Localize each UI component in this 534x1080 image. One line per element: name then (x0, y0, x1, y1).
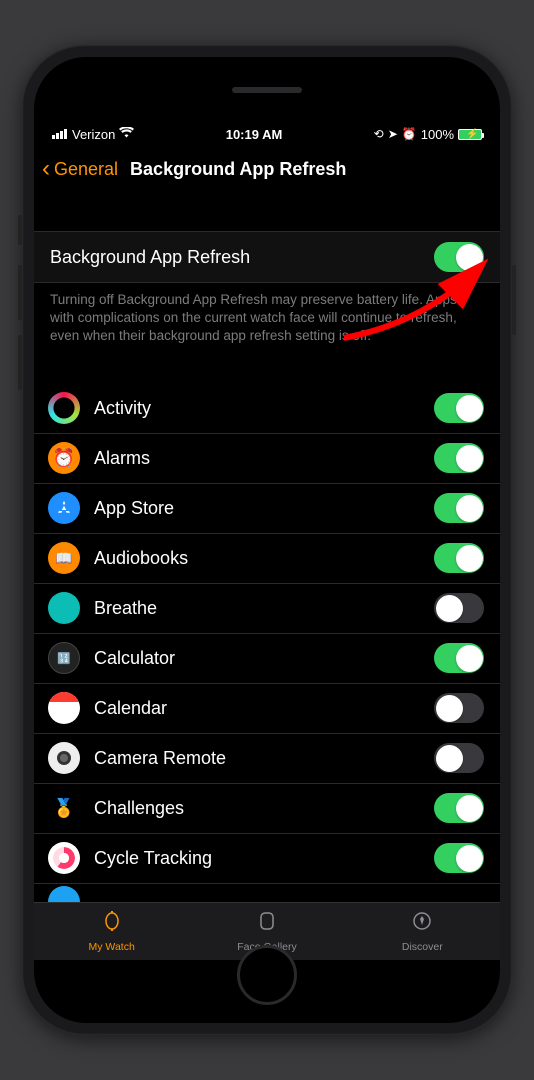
watch-icon (101, 910, 123, 938)
battery-percent: 100% (421, 127, 454, 142)
app-row-activity: Activity (34, 384, 500, 434)
toggle-camera[interactable] (434, 743, 484, 773)
wifi-icon (119, 127, 134, 141)
breathe-icon (48, 592, 80, 624)
app-name-label: App Store (94, 498, 420, 519)
app-row-calculator: 🔢 Calculator (34, 634, 500, 684)
app-name-label: Cycle Tracking (94, 848, 420, 869)
discover-icon (411, 910, 433, 938)
app-row-appstore: App Store (34, 484, 500, 534)
tab-label: My Watch (89, 941, 135, 953)
toggle-calendar[interactable] (434, 693, 484, 723)
master-toggle[interactable] (434, 242, 484, 272)
toggle-challenges[interactable] (434, 793, 484, 823)
toggle-audiobooks[interactable] (434, 543, 484, 573)
orientation-lock-icon: ⟲ (374, 127, 384, 141)
partial-app-icon (48, 886, 80, 902)
app-name-label: Challenges (94, 798, 420, 819)
partial-app-row (34, 884, 500, 902)
signal-bars-icon (52, 127, 68, 142)
alarm-icon: ⏰ (402, 127, 417, 141)
screen: Verizon 10:19 AM ⟲ ➤ ⏰ 100% ⚡ ‹ General (34, 123, 500, 960)
carrier-label: Verizon (72, 127, 115, 142)
tab-discover[interactable]: Discover (345, 903, 500, 960)
app-row-challenges: 🏅 Challenges (34, 784, 500, 834)
app-row-calendar: Calendar (34, 684, 500, 734)
audiobooks-icon: 📖 (48, 542, 80, 574)
app-row-cycle: Cycle Tracking (34, 834, 500, 884)
cycle-icon (48, 842, 80, 874)
toggle-appstore[interactable] (434, 493, 484, 523)
app-name-label: Breathe (94, 598, 420, 619)
toggle-calculator[interactable] (434, 643, 484, 673)
phone-frame: Verizon 10:19 AM ⟲ ➤ ⏰ 100% ⚡ ‹ General (22, 45, 512, 1035)
app-row-alarms: ⏰ Alarms (34, 434, 500, 484)
content-area: Background App Refresh Turning off Backg… (34, 195, 500, 902)
master-toggle-label: Background App Refresh (50, 247, 434, 268)
toggle-breathe[interactable] (434, 593, 484, 623)
master-toggle-row: Background App Refresh (34, 231, 500, 283)
app-name-label: Calendar (94, 698, 420, 719)
app-name-label: Calculator (94, 648, 420, 669)
app-name-label: Camera Remote (94, 748, 420, 769)
toggle-activity[interactable] (434, 393, 484, 423)
app-name-label: Audiobooks (94, 548, 420, 569)
nav-header: ‹ General Background App Refresh (34, 145, 500, 195)
page-title: Background App Refresh (130, 159, 346, 180)
toggle-alarms[interactable] (434, 443, 484, 473)
phone-body: Verizon 10:19 AM ⟲ ➤ ⏰ 100% ⚡ ‹ General (34, 57, 500, 1023)
location-arrow-icon: ➤ (388, 127, 398, 141)
tab-label: Discover (402, 941, 443, 953)
toggle-cycle[interactable] (434, 843, 484, 873)
status-bar: Verizon 10:19 AM ⟲ ➤ ⏰ 100% ⚡ (34, 123, 500, 145)
app-row-audiobooks: 📖 Audiobooks (34, 534, 500, 584)
app-name-label: Activity (94, 398, 420, 419)
challenges-icon: 🏅 (48, 792, 80, 824)
activity-icon (48, 392, 80, 424)
app-list: Activity ⏰ Alarms App Store 📖 Audiobooks Breat… (34, 384, 500, 884)
app-name-label: Alarms (94, 448, 420, 469)
app-row-breathe: Breathe (34, 584, 500, 634)
phone-speaker (232, 87, 302, 93)
calendar-icon (48, 692, 80, 724)
gallery-icon (256, 910, 278, 938)
back-button[interactable]: General (54, 159, 118, 180)
home-button[interactable] (237, 945, 297, 1005)
alarms-icon: ⏰ (48, 442, 80, 474)
calculator-icon: 🔢 (48, 642, 80, 674)
camera-icon (48, 742, 80, 774)
appstore-icon (48, 492, 80, 524)
app-row-camera: Camera Remote (34, 734, 500, 784)
battery-icon: ⚡ (458, 129, 482, 140)
tab-my-watch[interactable]: My Watch (34, 903, 189, 960)
back-chevron-icon[interactable]: ‹ (42, 155, 50, 183)
status-time: 10:19 AM (226, 127, 283, 142)
section-footer-text: Turning off Background App Refresh may p… (34, 283, 500, 350)
